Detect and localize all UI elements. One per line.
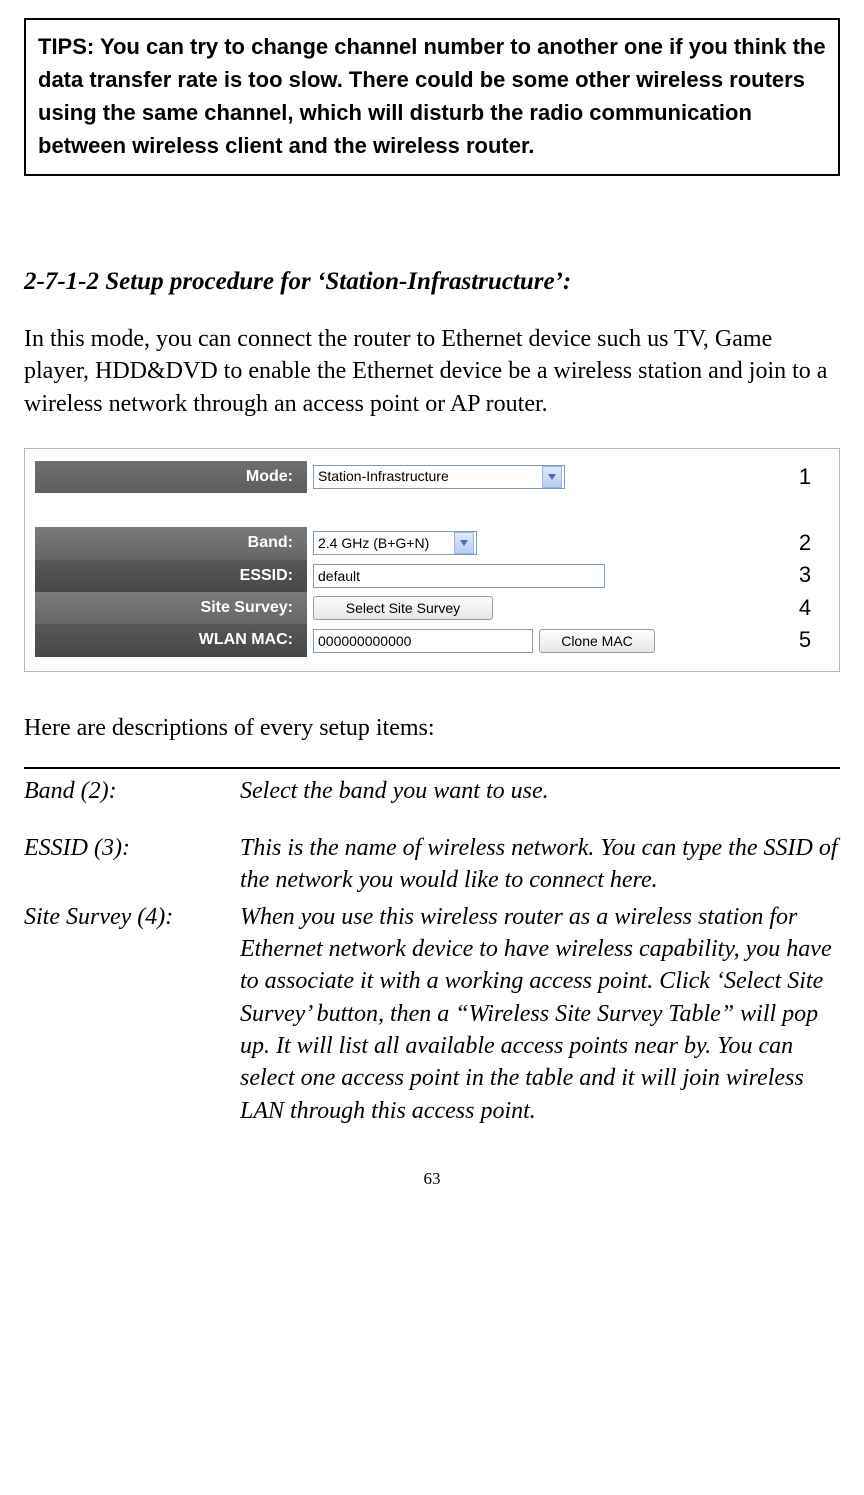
essid-input[interactable] [313, 564, 605, 588]
label-mode: Mode: [35, 461, 307, 493]
band-select-value: 2.4 GHz (B+G+N) [318, 534, 450, 554]
callout-3: 3 [781, 560, 829, 591]
wlan-mac-input[interactable] [313, 629, 533, 653]
router-settings-screenshot: Mode: Station-Infrastructure 1 Band: 2.4… [24, 448, 840, 672]
descriptions-intro: Here are descriptions of every setup ite… [24, 712, 840, 746]
description-definition: When you use this wireless router as a w… [240, 901, 840, 1128]
chevron-down-icon [454, 532, 474, 554]
description-term: Site Survey (4): [24, 901, 240, 1128]
descriptions-separator [24, 767, 840, 769]
section-heading: 2-7-1-2 Setup procedure for ‘Station-Inf… [24, 264, 840, 299]
chevron-down-icon [542, 466, 562, 488]
controls-essid [307, 562, 781, 590]
callout-4: 4 [781, 593, 829, 624]
controls-band: 2.4 GHz (B+G+N) [307, 529, 781, 557]
mode-select-value: Station-Infrastructure [318, 467, 538, 487]
form-row-site-survey: Site Survey: Select Site Survey 4 [35, 592, 829, 624]
tips-box: TIPS: You can try to change channel numb… [24, 18, 840, 176]
description-row-site-survey: Site Survey (4): When you use this wirel… [24, 901, 840, 1128]
mode-select[interactable]: Station-Infrastructure [313, 465, 565, 489]
band-select[interactable]: 2.4 GHz (B+G+N) [313, 531, 477, 555]
form-row-mode: Mode: Station-Infrastructure 1 [35, 459, 829, 495]
select-site-survey-button[interactable]: Select Site Survey [313, 596, 493, 620]
description-term: Band (2): [24, 775, 240, 807]
clone-mac-button[interactable]: Clone MAC [539, 629, 655, 653]
page-number: 63 [24, 1167, 840, 1191]
description-definition: Select the band you want to use. [240, 775, 840, 807]
form-row-wlan-mac: WLAN MAC: Clone MAC 5 [35, 624, 829, 656]
callout-2: 2 [781, 528, 829, 559]
description-definition: This is the name of wireless network. Yo… [240, 832, 840, 897]
form-row-band: Band: 2.4 GHz (B+G+N) 2 [35, 527, 829, 559]
form-row-spacer [35, 495, 829, 527]
label-wlan-mac: WLAN MAC: [35, 624, 307, 656]
controls-wlan-mac: Clone MAC [307, 627, 781, 655]
description-row-band: Band (2): Select the band you want to us… [24, 775, 840, 807]
label-site-survey: Site Survey: [35, 592, 307, 624]
controls-site-survey: Select Site Survey [307, 594, 781, 622]
form-row-essid: ESSID: 3 [35, 560, 829, 592]
controls-mode: Station-Infrastructure [307, 463, 781, 491]
description-term: ESSID (3): [24, 832, 240, 897]
tips-text: TIPS: You can try to change channel numb… [38, 34, 826, 158]
callout-5: 5 [781, 625, 829, 656]
label-band: Band: [35, 527, 307, 559]
intro-paragraph: In this mode, you can connect the router… [24, 323, 840, 420]
callout-1: 1 [781, 462, 829, 493]
label-essid: ESSID: [35, 560, 307, 592]
description-row-essid: ESSID (3): This is the name of wireless … [24, 832, 840, 897]
